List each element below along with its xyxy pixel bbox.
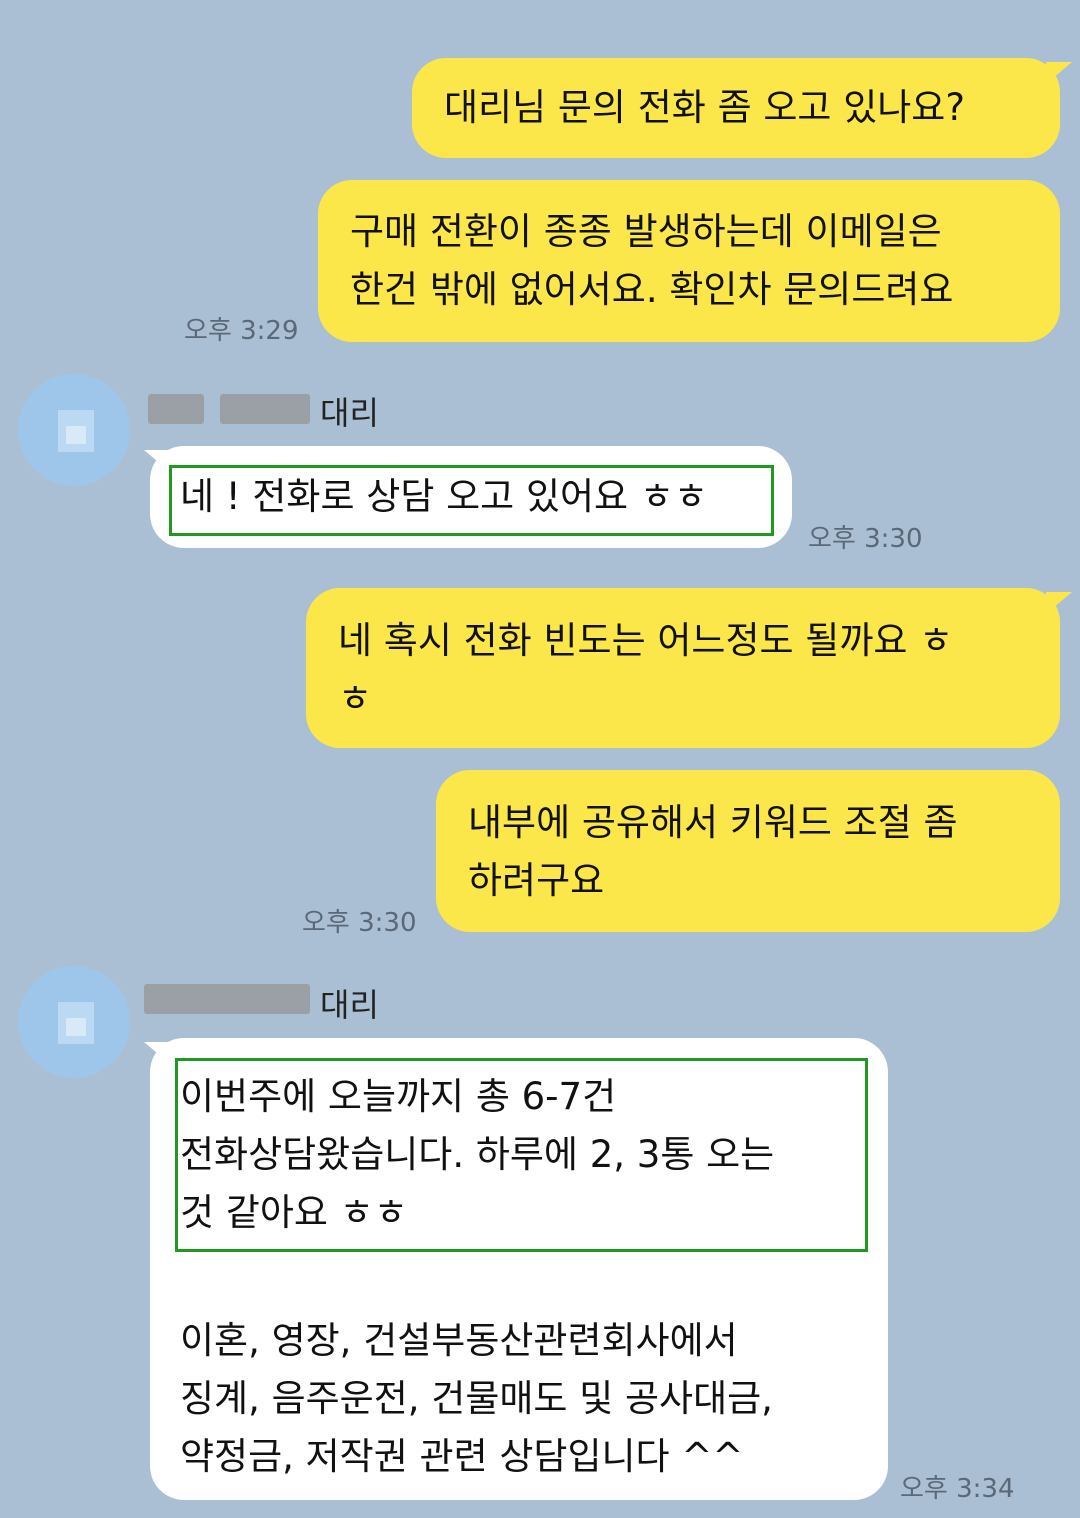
message-text: 한건 밖에 없어서요. 확인차 문의드려요 [350,268,954,311]
sender-title: 대리 [320,986,379,1024]
sender-name-blurred [144,984,310,1014]
message-text: 네 혹시 전화 빈도는 어느정도 될까요 ㅎ [338,619,954,662]
sender-title: 대리 [320,394,379,432]
avatar[interactable] [18,966,130,1078]
message-text: 이혼, 영장, 건설부동산관련회사에서 [180,1319,738,1362]
my-message-bubble[interactable]: 대리님 문의 전화 좀 오고 있나요? [412,58,1060,158]
my-message-bubble[interactable]: 구매 전환이 종종 발생하는데 이메일은 한건 밖에 없어서요. 확인차 문의드… [318,180,1060,342]
message-timestamp: 오후 3:30 [302,908,417,938]
message-timestamp: 오후 3:34 [900,1474,1015,1504]
my-message-bubble[interactable]: 내부에 공유해서 키워드 조절 좀 하려구요 [436,770,1060,932]
message-text: 하려구요 [468,859,605,902]
bubble-tail [1046,592,1072,614]
message-text: 대리님 문의 전화 좀 오고 있나요? [444,86,965,129]
message-text: 구매 전환이 종종 발생하는데 이메일은 [350,210,942,253]
highlight-box [169,465,774,536]
message-text: 내부에 공유해서 키워드 조절 좀 [468,801,958,844]
message-text [180,1242,856,1312]
sender-name-blurred [148,394,204,424]
message-text: ㅎ [338,677,373,720]
message-timestamp: 오후 3:30 [808,524,923,554]
message-text: 징계, 음주운전, 건물매도 및 공사대금, [180,1377,773,1420]
message-text: 약정금, 저작권 관련 상담입니다 ^^ [180,1435,744,1478]
my-message-bubble[interactable]: 네 혹시 전화 빈도는 어느정도 될까요 ㅎ ㅎ [306,588,1060,748]
highlight-box [175,1058,868,1252]
avatar[interactable] [18,374,130,486]
sender-name-blurred [220,394,310,424]
bubble-tail [1046,62,1072,84]
message-timestamp: 오후 3:29 [184,316,299,346]
